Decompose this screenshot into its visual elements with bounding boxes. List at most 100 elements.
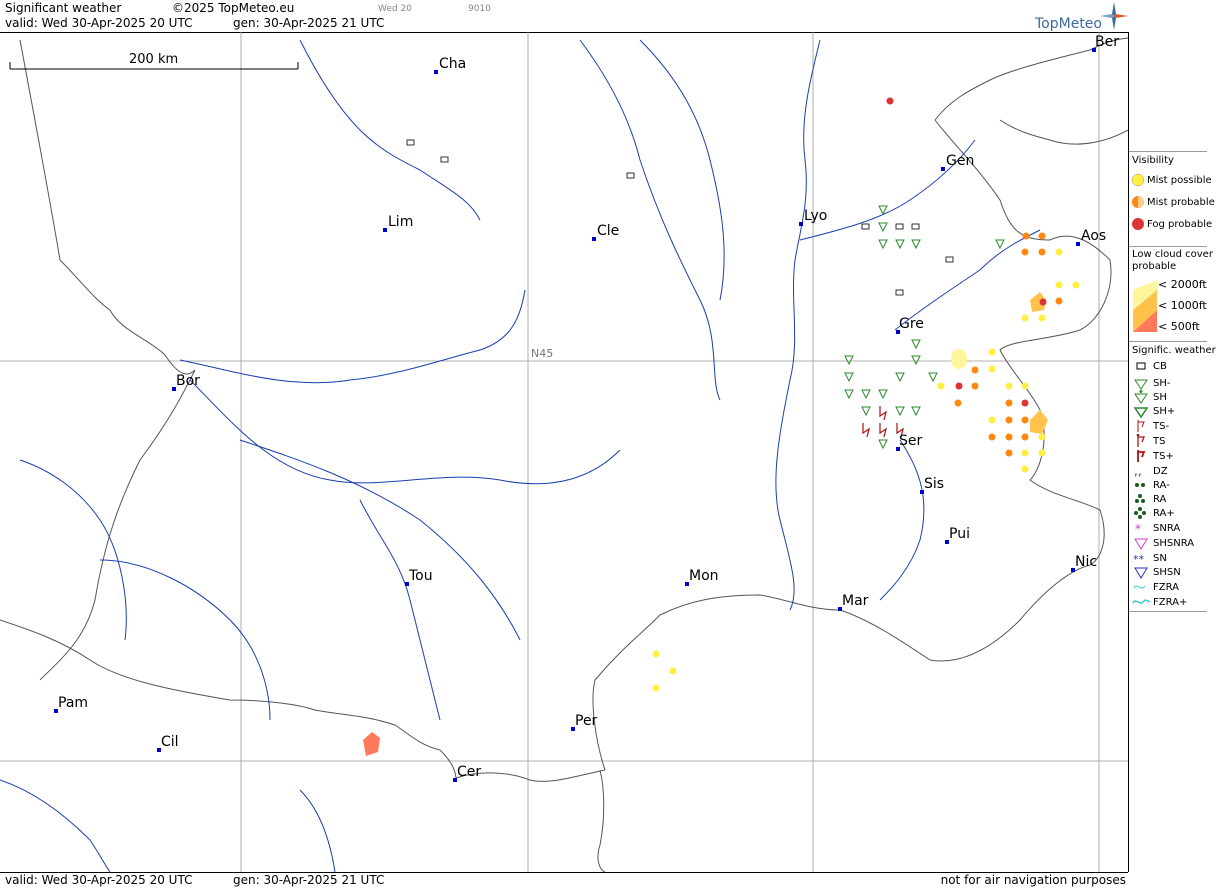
city-marker[interactable]: Nic: [1071, 554, 1097, 572]
mist-possible-icon: [1131, 173, 1145, 187]
legend-low-cloud-500: < 500ft: [1158, 320, 1200, 333]
mist-possible-marker: [1005, 382, 1013, 390]
mist-probable-marker: [1022, 232, 1030, 240]
mist-possible-marker: [988, 416, 996, 424]
svg-text:,,: ,,: [1134, 464, 1142, 478]
thunderstorm-heavy-icon: [1137, 450, 1146, 462]
legend-sh: SH: [1131, 390, 1167, 404]
city-marker[interactable]: Ser: [896, 433, 922, 451]
thunderstorm-icon: [1136, 434, 1145, 447]
city-marker[interactable]: Tou: [405, 568, 433, 586]
mist-probable-marker: [1005, 416, 1013, 424]
city-marker[interactable]: Pam: [54, 695, 88, 713]
city-marker[interactable]: Cil: [157, 734, 179, 752]
city-marker[interactable]: Bor: [172, 373, 200, 391]
fog-probable-marker: [1039, 298, 1047, 306]
low-cloud-areas: [363, 292, 1048, 756]
legend-ra-heavy: RA+: [1131, 506, 1175, 520]
legend-shsnra: SHSNRA: [1131, 536, 1194, 550]
shower-icon: [861, 406, 871, 417]
shower-icon: [1134, 390, 1148, 404]
city-marker[interactable]: Ber: [1092, 34, 1119, 52]
legend-ts-light: TS-: [1131, 419, 1169, 433]
shower-icon: [844, 372, 854, 383]
snow-shower-icon: [1134, 567, 1148, 579]
city-marker[interactable]: Cle: [592, 223, 619, 241]
svg-text:**: **: [1133, 553, 1145, 565]
shower-icon: [895, 372, 905, 383]
weather-map[interactable]: 200 km N45 Cha Lim Cle Lyo Gen Ber Aos G…: [0, 32, 1129, 872]
mist-probable-marker: [988, 433, 996, 441]
legend-dz: ,, DZ: [1131, 464, 1168, 478]
rain-heavy-icon: [1134, 507, 1146, 519]
mist-probable-marker: [1005, 449, 1013, 457]
city-marker[interactable]: Mar: [838, 593, 868, 611]
cb-icon: [626, 172, 635, 179]
cb-icon: [945, 256, 954, 263]
city-marker[interactable]: Cer: [453, 764, 481, 782]
legend-visibility-title: Visibility: [1132, 155, 1174, 166]
mist-possible-marker: [652, 650, 660, 658]
snow-icon: **: [1133, 553, 1145, 565]
cb-symbols: [406, 139, 954, 296]
header-bar: Significant weather ©2025 TopMeteo.eu We…: [0, 0, 1129, 33]
legend-ts: TS: [1131, 434, 1165, 448]
shower-light-icon: [1134, 379, 1148, 390]
cb-icon: [895, 289, 904, 296]
shower-icon: [861, 389, 871, 400]
thunderstorm-light-icon: [1137, 420, 1145, 432]
shower-icon: [878, 222, 888, 233]
mist-possible-marker: [1038, 433, 1046, 441]
brand-logo-icon: [1100, 2, 1128, 30]
legend-sh-light: SH-: [1131, 376, 1170, 390]
small-code-label: 9010: [468, 4, 491, 14]
legend-snra: * SNRA: [1131, 521, 1180, 535]
city-marker[interactable]: Pui: [945, 526, 970, 544]
city-marker[interactable]: Aos: [1076, 228, 1106, 246]
svg-text:*: *: [1135, 522, 1141, 535]
fog-probable-marker: [955, 382, 963, 390]
mist-probable-marker: [1038, 232, 1046, 240]
city-marker[interactable]: Cha: [434, 56, 466, 74]
shower-heavy-icon: [1133, 407, 1149, 418]
city-marker[interactable]: Lyo: [799, 208, 827, 226]
city-marker[interactable]: Mon: [685, 568, 719, 586]
mist-probable-marker: [1038, 248, 1046, 256]
legend-shsn: SHSN: [1131, 565, 1181, 579]
mist-possible-marker: [669, 667, 677, 675]
thunderstorm-icon: [879, 423, 887, 438]
city-marker[interactable]: Lim: [383, 214, 413, 232]
scale-label: 200 km: [129, 52, 179, 67]
rivers: [0, 39, 1041, 872]
cb-icon: [895, 223, 904, 230]
freezing-rain-icon: [1133, 585, 1146, 589]
mist-possible-marker: [1021, 449, 1029, 457]
shower-icon: [928, 372, 938, 383]
legend-ts-heavy: TS+: [1131, 449, 1174, 463]
low-cloud-area: [951, 349, 967, 369]
shower-icon: [878, 439, 888, 450]
city-marker[interactable]: Gen: [941, 153, 974, 171]
mist-probable-marker: [971, 366, 979, 374]
shower-icon: [895, 406, 905, 417]
city-marker[interactable]: Per: [571, 713, 597, 731]
disclaimer: not for air navigation purposes: [940, 873, 1126, 887]
mist-possible-marker: [1072, 281, 1080, 289]
valid-time: valid: Wed 30-Apr-2025 20 UTC: [5, 16, 193, 30]
drizzle-icon: ,,: [1134, 464, 1142, 478]
low-cloud-scale: [1133, 280, 1157, 332]
mist-probable-marker: [1005, 433, 1013, 441]
chart-title: Significant weather: [5, 1, 122, 15]
mist-possible-marker: [988, 348, 996, 356]
legend-mist-probable: Mist probable: [1131, 195, 1215, 209]
thunder-symbols: [862, 406, 904, 438]
mist-possible-marker: [1055, 281, 1063, 289]
city-marker[interactable]: Sis: [920, 476, 944, 494]
footer-generated-time: gen: 30-Apr-2025 21 UTC: [233, 873, 385, 887]
legend-sh-heavy: SH+: [1131, 404, 1175, 418]
mist-possible-marker: [1038, 314, 1046, 322]
shower-icon: [878, 389, 888, 400]
city-marker[interactable]: Gre: [896, 316, 924, 334]
low-cloud-area: [1030, 410, 1048, 434]
legend-sn: ** SN: [1133, 552, 1167, 566]
